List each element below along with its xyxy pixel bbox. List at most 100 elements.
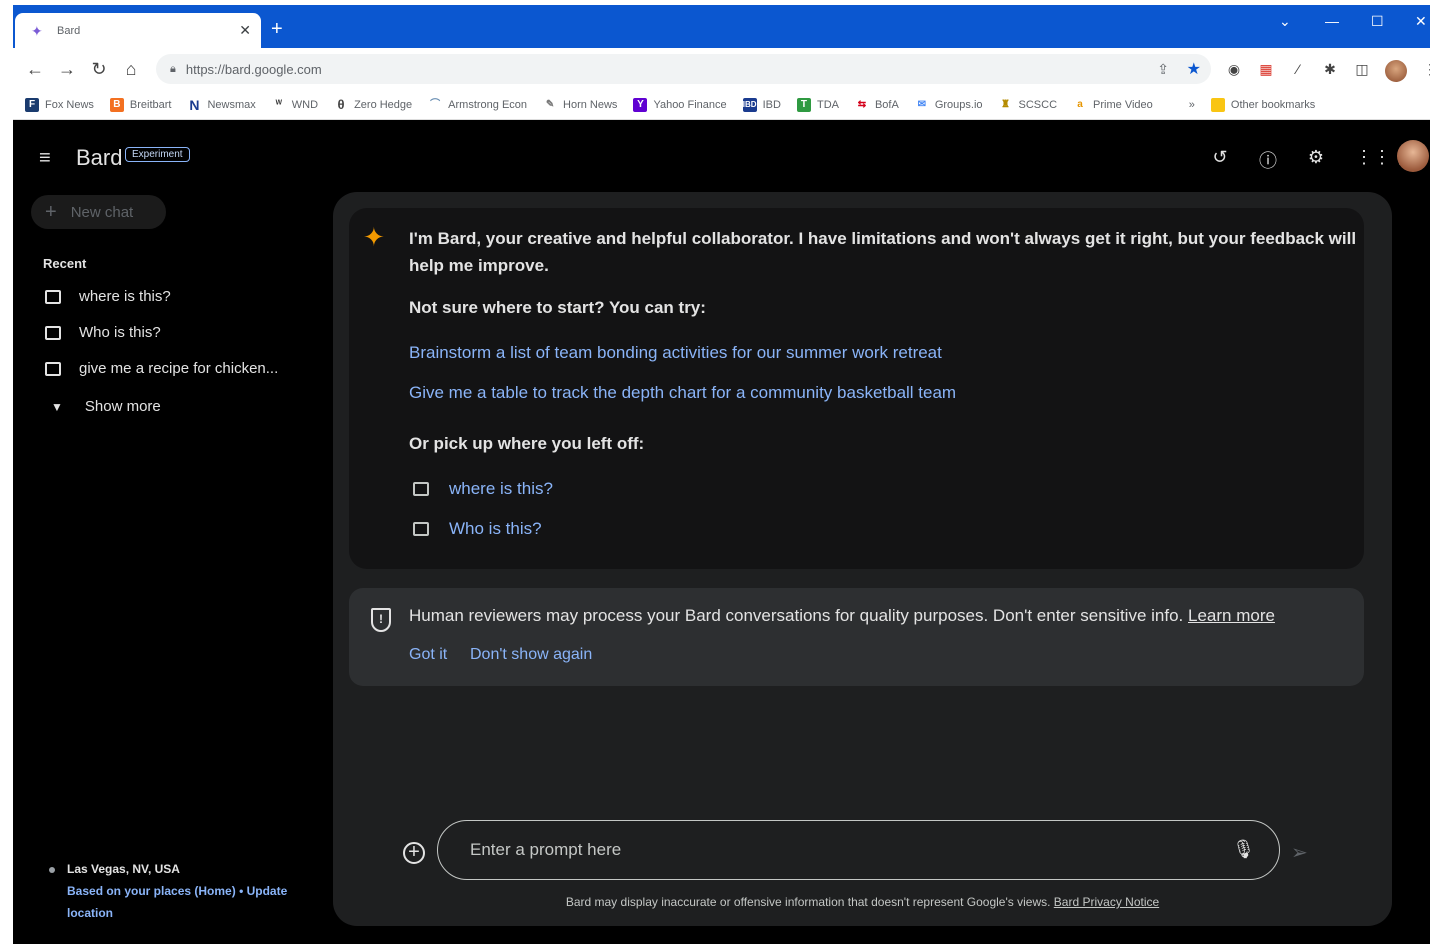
- bookmark-item[interactable]: ᵂ WND: [271, 97, 318, 112]
- share-icon[interactable]: ⇪: [1157, 61, 1169, 78]
- bard-app: ≡ Bard Experiment ↺ ⓘ ⚙ ⋮⋮⋮ + New chat R…: [13, 120, 1430, 944]
- home-button[interactable]: ⌂: [115, 59, 147, 80]
- help-icon[interactable]: ⓘ: [1257, 147, 1279, 173]
- wnd-icon: ᵂ: [271, 97, 286, 112]
- shield-icon: !: [371, 608, 391, 632]
- suggestion-link[interactable]: Give me a table to track the depth chart…: [409, 383, 956, 403]
- minimize-button[interactable]: —: [1325, 13, 1339, 29]
- bookmark-item[interactable]: ✎ Horn News: [543, 97, 617, 112]
- browser-toolbar: ← → ↻ ⌂ 🔒︎ https://bard.google.com ⇪ ★ ◉…: [13, 48, 1430, 90]
- extensions-puzzle-icon[interactable]: ✱: [1321, 60, 1339, 78]
- address-bar[interactable]: 🔒︎ https://bard.google.com ⇪ ★: [156, 54, 1211, 84]
- bookmark-item[interactable]: F Fox News: [25, 97, 94, 112]
- folder-icon: [1210, 97, 1225, 112]
- pickup-chat-link[interactable]: where is this?: [413, 479, 553, 499]
- prompt-box[interactable]: 🎙︎: [437, 820, 1280, 880]
- pickup-chat-link[interactable]: Who is this?: [413, 519, 542, 539]
- disclaimer: Bard may display inaccurate or offensive…: [565, 895, 1160, 909]
- bookmark-item[interactable]: ⇆ BofA: [854, 97, 899, 112]
- tda-icon: T: [796, 97, 811, 112]
- side-panel-icon[interactable]: ◫: [1353, 60, 1371, 78]
- bookmark-item[interactable]: IBD IBD: [742, 97, 781, 112]
- forward-button[interactable]: →: [51, 59, 83, 80]
- back-button[interactable]: ←: [19, 59, 51, 80]
- prime-video-icon: a: [1073, 97, 1088, 112]
- armstrong-icon: ⌒: [428, 97, 443, 112]
- learn-more-link[interactable]: Learn more: [1188, 606, 1275, 625]
- new-chat-button[interactable]: + New chat: [31, 195, 166, 229]
- new-tab-button[interactable]: +: [271, 19, 283, 39]
- microphone-icon[interactable]: 🎙︎: [1232, 839, 1255, 860]
- bookmark-item[interactable]: ⌒ Armstrong Econ: [428, 97, 527, 112]
- bookmark-item[interactable]: θ Zero Hedge: [334, 97, 412, 112]
- horn-news-icon: ✎: [543, 97, 558, 112]
- suggestion-link[interactable]: Brainstorm a list of team bonding activi…: [409, 343, 942, 363]
- experiment-badge: Experiment: [125, 147, 190, 162]
- lock-icon[interactable]: 🔒︎: [170, 63, 176, 76]
- close-window-button[interactable]: ✕: [1415, 13, 1427, 30]
- welcome-card: ✦ I'm Bard, your creative and helpful co…: [349, 208, 1364, 569]
- maximize-button[interactable]: ☐: [1371, 13, 1384, 30]
- reload-button[interactable]: ↻: [83, 59, 115, 80]
- bookmarks-overflow-button[interactable]: »: [1189, 99, 1195, 111]
- privacy-notice: ! Human reviewers may process your Bard …: [349, 588, 1364, 686]
- bookmark-item[interactable]: Y Yahoo Finance: [633, 97, 727, 112]
- tab-search-icon[interactable]: ⌄: [1279, 13, 1291, 30]
- show-more-button[interactable]: ▼ Show more: [51, 398, 161, 415]
- chat-bubble-icon: [45, 289, 61, 304]
- bookmark-item[interactable]: B Breitbart: [109, 97, 171, 112]
- menu-kebab-icon[interactable]: ⋮: [1421, 60, 1430, 78]
- bookmark-item[interactable]: T TDA: [796, 97, 839, 112]
- recent-chat-item[interactable]: Who is this?: [45, 324, 161, 341]
- add-content-icon[interactable]: +: [403, 842, 425, 864]
- title-bar: ✦ Bard ✕ + ⌄ — ☐ ✕: [13, 5, 1430, 48]
- bofa-icon: ⇆: [854, 97, 869, 112]
- history-icon[interactable]: ↺: [1209, 147, 1231, 168]
- pickup-heading: Or pick up where you left off:: [409, 434, 645, 453]
- send-icon[interactable]: ➢: [1291, 840, 1308, 865]
- apps-grid-icon[interactable]: ⋮⋮⋮: [1355, 147, 1409, 168]
- bard-sparkle-icon: ✦: [363, 222, 385, 252]
- bookmark-item[interactable]: N Newsmax: [187, 96, 256, 113]
- fox-news-icon: F: [25, 97, 39, 112]
- chat-bubble-icon: [413, 522, 429, 536]
- recent-heading: Recent: [43, 256, 87, 271]
- extension-icon[interactable]: ⁄: [1289, 60, 1307, 78]
- got-it-button[interactable]: Got it: [409, 646, 447, 664]
- chat-bubble-icon: [45, 325, 61, 340]
- newsmax-icon: N: [187, 96, 202, 113]
- bookmark-item[interactable]: a Prime Video: [1073, 97, 1153, 112]
- ibd-icon: IBD: [742, 97, 757, 112]
- tab-title: Bard: [57, 24, 81, 37]
- recent-chat-item[interactable]: where is this?: [45, 288, 171, 305]
- bookmarks-bar: F Fox News B Breitbart N Newsmax ᵂ WND θ Zero…: [13, 90, 1430, 120]
- welcome-intro: I'm Bard, your creative and helpful coll…: [409, 229, 1357, 275]
- bookmark-item[interactable]: ✉ Groups.io: [914, 97, 983, 112]
- location-city: Las Vegas, NV, USA: [67, 862, 180, 876]
- bookmark-star-icon[interactable]: ★: [1187, 59, 1201, 79]
- settings-gear-icon[interactable]: ⚙: [1305, 147, 1327, 168]
- browser-tab[interactable]: ✦ Bard ✕: [15, 13, 261, 48]
- app-header: ≡ Bard Experiment ↺ ⓘ ⚙ ⋮⋮⋮: [13, 120, 1430, 192]
- other-bookmarks[interactable]: Other bookmarks: [1210, 97, 1315, 112]
- chat-bubble-icon: [413, 482, 429, 496]
- plus-icon: +: [45, 200, 57, 223]
- prompt-input[interactable]: [470, 840, 1190, 860]
- bookmark-item[interactable]: ♜ SCSCC: [998, 97, 1057, 112]
- dont-show-again-button[interactable]: Don't show again: [470, 646, 592, 664]
- location-info: Las Vegas, NV, USA Based on your places …: [49, 858, 309, 924]
- bard-logo: Bard: [76, 145, 123, 170]
- privacy-notice-link[interactable]: Bard Privacy Notice: [1054, 895, 1159, 909]
- notice-text: Human reviewers may process your Bard co…: [409, 606, 1275, 625]
- close-tab-icon[interactable]: ✕: [239, 22, 251, 39]
- menu-icon[interactable]: ≡: [39, 148, 51, 168]
- extension-icon[interactable]: ▦: [1257, 60, 1275, 78]
- extension-icon[interactable]: ◉: [1225, 60, 1243, 78]
- chevron-down-icon: ▼: [51, 399, 63, 414]
- location-dot-icon: [49, 866, 55, 873]
- user-avatar[interactable]: [1397, 140, 1429, 172]
- zero-hedge-icon: θ: [334, 97, 349, 112]
- profile-avatar[interactable]: [1385, 60, 1407, 82]
- location-source: Based on your places (Home): [67, 884, 236, 898]
- recent-chat-item[interactable]: give me a recipe for chicken...: [45, 360, 278, 377]
